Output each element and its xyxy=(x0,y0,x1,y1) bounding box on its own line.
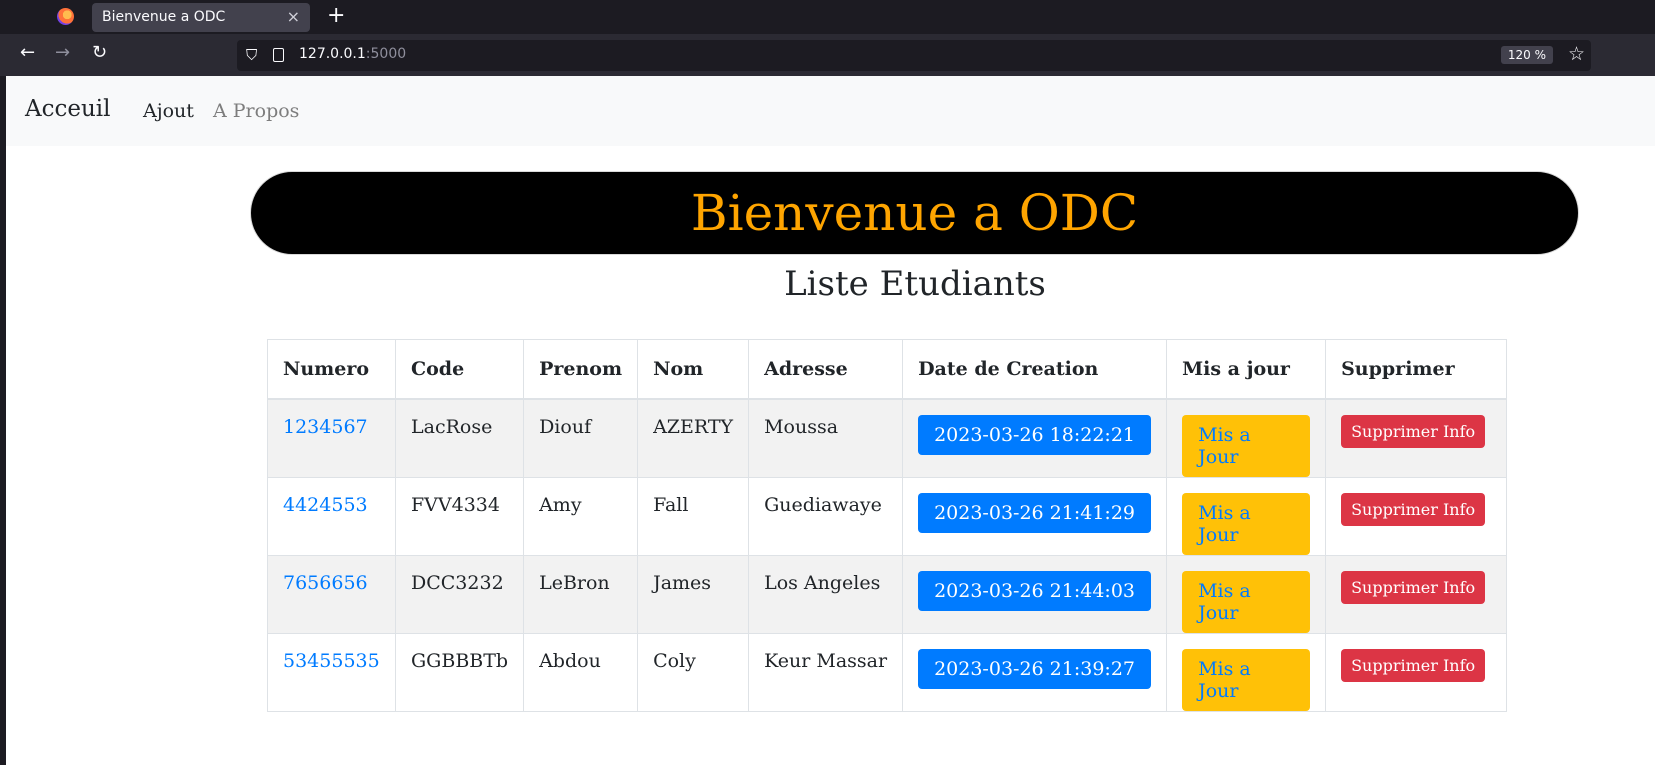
update-button[interactable]: Mis a Jour xyxy=(1182,492,1311,555)
nav-link-a-propos[interactable]: A Propos xyxy=(213,100,299,122)
hero-banner: Bienvenue a ODC xyxy=(250,171,1579,255)
cell-nom: AZERTY xyxy=(637,398,750,478)
browser-tabstrip: Bienvenue a ODC × + xyxy=(0,0,1655,34)
cell-delete: Supprimer Info xyxy=(1325,554,1508,634)
url-host: 127.0.0.1 xyxy=(299,46,366,62)
cell-numero: 4424553 xyxy=(267,476,396,556)
forward-icon[interactable]: → xyxy=(55,42,70,63)
tab-title: Bienvenue a ODC xyxy=(102,9,226,25)
cell-update: Mis a Jour xyxy=(1166,632,1327,712)
cell-update: Mis a Jour xyxy=(1166,476,1327,556)
cell-numero: 53455535 xyxy=(267,632,396,712)
numero-link[interactable]: 53455535 xyxy=(283,650,380,672)
cell-code: LacRose xyxy=(394,398,525,478)
table-row: 1234567 LacRose Diouf AZERTY Moussa 2023… xyxy=(267,398,1508,478)
table-row: 4424553 FVV4334 Amy Fall Guediawaye 2023… xyxy=(267,476,1508,556)
cell-adresse: Moussa xyxy=(748,398,904,478)
firefox-icon xyxy=(57,8,74,25)
date-badge[interactable]: 2023-03-26 18:22:21 xyxy=(918,414,1151,455)
cell-delete: Supprimer Info xyxy=(1325,632,1508,712)
side-strip xyxy=(0,76,6,765)
date-badge[interactable]: 2023-03-26 21:44:03 xyxy=(918,570,1151,611)
delete-button[interactable]: Supprimer Info xyxy=(1341,492,1486,526)
reload-icon[interactable]: ↻ xyxy=(92,42,107,63)
cell-code: FVV4334 xyxy=(394,476,525,556)
delete-button[interactable]: Supprimer Info xyxy=(1341,414,1486,448)
cell-date: 2023-03-26 21:41:29 xyxy=(902,476,1168,556)
zoom-level[interactable]: 120 % xyxy=(1500,46,1553,64)
cell-delete: Supprimer Info xyxy=(1325,398,1508,478)
cell-date: 2023-03-26 21:39:27 xyxy=(902,632,1168,712)
browser-tab[interactable]: Bienvenue a ODC × xyxy=(92,3,310,32)
update-button[interactable]: Mis a Jour xyxy=(1182,570,1311,633)
table-row: 7656656 DCC3232 LeBron James Los Angeles… xyxy=(267,554,1508,634)
cell-code: DCC3232 xyxy=(394,554,525,634)
column-header-date: Date de Creation xyxy=(902,339,1168,400)
update-button[interactable]: Mis a Jour xyxy=(1182,648,1311,711)
cell-delete: Supprimer Info xyxy=(1325,476,1508,556)
back-icon[interactable]: ← xyxy=(20,42,35,63)
cell-nom: James xyxy=(637,554,750,634)
column-header-adresse: Adresse xyxy=(748,339,904,400)
url-text[interactable]: 127.0.0.1:5000 xyxy=(299,46,406,62)
shield-icon[interactable]: ⛉ xyxy=(246,46,257,64)
table-row: 53455535 GGBBBTb Abdou Coly Keur Massar … xyxy=(267,632,1508,712)
new-tab-icon[interactable]: + xyxy=(327,3,345,28)
column-header-mis-a-jour: Mis a jour xyxy=(1166,339,1327,400)
delete-button[interactable]: Supprimer Info xyxy=(1341,648,1486,682)
hero-title: Bienvenue a ODC xyxy=(690,184,1139,242)
date-badge[interactable]: 2023-03-26 21:39:27 xyxy=(918,648,1151,689)
url-port: :5000 xyxy=(365,46,407,62)
update-button[interactable]: Mis a Jour xyxy=(1182,414,1311,477)
delete-button[interactable]: Supprimer Info xyxy=(1341,570,1486,604)
cell-nom: Fall xyxy=(637,476,750,556)
column-header-numero: Numero xyxy=(267,339,396,400)
date-badge[interactable]: 2023-03-26 21:41:29 xyxy=(918,492,1151,533)
cell-adresse: Keur Massar xyxy=(748,632,904,712)
cell-adresse: Los Angeles xyxy=(748,554,904,634)
cell-update: Mis a Jour xyxy=(1166,554,1327,634)
cell-prenom: Diouf xyxy=(523,398,639,478)
navbar-brand[interactable]: Acceuil xyxy=(25,96,111,122)
column-header-prenom: Prenom xyxy=(523,339,639,400)
close-tab-icon[interactable]: × xyxy=(287,7,300,26)
cell-numero: 1234567 xyxy=(267,398,396,478)
column-header-nom: Nom xyxy=(637,339,750,400)
cell-adresse: Guediawaye xyxy=(748,476,904,556)
students-table: Numero Code Prenom Nom Adresse Date de C… xyxy=(267,339,1508,712)
numero-link[interactable]: 1234567 xyxy=(283,416,368,438)
cell-date: 2023-03-26 21:44:03 xyxy=(902,554,1168,634)
numero-link[interactable]: 7656656 xyxy=(283,572,368,594)
cell-prenom: Abdou xyxy=(523,632,639,712)
address-bar[interactable]: ⛉ 127.0.0.1:5000 120 % ☆ xyxy=(237,40,1591,71)
numero-link[interactable]: 4424553 xyxy=(283,494,368,516)
column-header-code: Code xyxy=(394,339,525,400)
table-header-row: Numero Code Prenom Nom Adresse Date de C… xyxy=(267,339,1508,400)
page-title: Liste Etudiants xyxy=(784,264,1046,304)
cell-update: Mis a Jour xyxy=(1166,398,1327,478)
browser-toolbar: ← → ↻ ⛉ 127.0.0.1:5000 120 % ☆ xyxy=(0,34,1655,76)
cell-prenom: LeBron xyxy=(523,554,639,634)
cell-nom: Coly xyxy=(637,632,750,712)
cell-code: GGBBBTb xyxy=(394,632,525,712)
bookmark-star-icon[interactable]: ☆ xyxy=(1568,43,1585,65)
site-navbar: Acceuil Ajout A Propos xyxy=(6,76,1655,146)
column-header-supprimer: Supprimer xyxy=(1325,339,1508,400)
nav-link-ajout[interactable]: Ajout xyxy=(143,100,194,122)
cell-numero: 7656656 xyxy=(267,554,396,634)
cell-date: 2023-03-26 18:22:21 xyxy=(902,398,1168,478)
cell-prenom: Amy xyxy=(523,476,639,556)
page-icon xyxy=(273,48,284,62)
